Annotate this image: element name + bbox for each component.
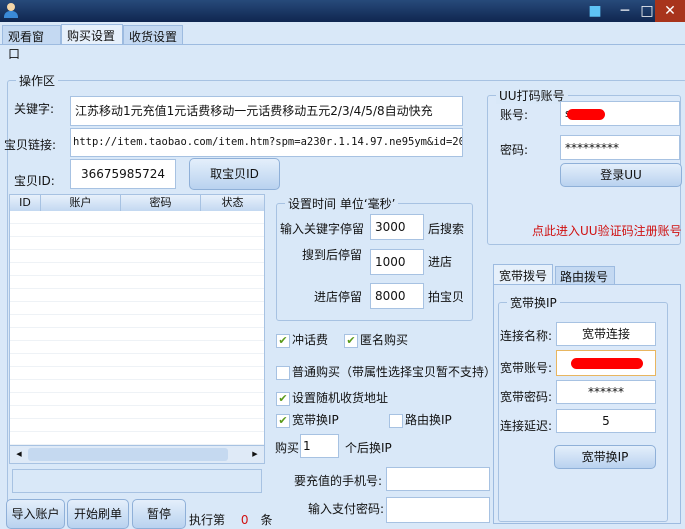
anonymous-label: 匿名购买 bbox=[360, 333, 409, 347]
import-accounts-button[interactable]: 导入账户 bbox=[6, 499, 65, 529]
tab-purchase-settings[interactable]: 购买设置 bbox=[61, 24, 123, 45]
uu-account-label: 账号: bbox=[500, 108, 529, 122]
tab-broadband-dial[interactable]: 宽带拨号 bbox=[493, 264, 553, 284]
keyword-delay-input[interactable]: 3000 bbox=[370, 214, 424, 240]
bb-account-label: 宽带账号: bbox=[500, 361, 553, 375]
redaction-mark bbox=[567, 109, 605, 120]
random-address-label: 设置随机收货地址 bbox=[292, 391, 389, 405]
shirt-icon[interactable]: ■ bbox=[580, 0, 610, 22]
buy-suffix: 个后换IP bbox=[345, 441, 392, 455]
scroll-left-icon[interactable]: ◀ bbox=[12, 448, 26, 461]
timing-legend: 设置时间 单位‘毫秒’ bbox=[285, 195, 399, 212]
id-input[interactable]: 36675985724 bbox=[70, 159, 176, 189]
pause-button[interactable]: 暂停 bbox=[132, 499, 186, 529]
found-delay-suffix: 进店 bbox=[428, 255, 453, 269]
broadband-legend: 宽带换IP bbox=[507, 294, 560, 311]
phone-input[interactable] bbox=[386, 467, 490, 491]
start-button[interactable]: 开始刷单 bbox=[67, 499, 129, 529]
exec-prefix: 执行第 bbox=[189, 513, 226, 527]
bb-password-label: 宽带密码: bbox=[500, 390, 553, 404]
pay-password-label: 输入支付密码: bbox=[308, 502, 385, 516]
check-icon[interactable]: ✔ bbox=[276, 333, 290, 348]
table-body bbox=[10, 211, 264, 445]
broadband-ip-label: 宽带换IP bbox=[292, 413, 339, 427]
buy-count-input[interactable]: 1 bbox=[300, 434, 339, 458]
check-icon[interactable]: ✔ bbox=[276, 391, 290, 406]
checkbox-empty[interactable] bbox=[276, 365, 290, 380]
column-header-password[interactable]: 密码 bbox=[121, 195, 201, 211]
scroll-right-icon[interactable]: ▶ bbox=[248, 448, 262, 461]
check-icon[interactable]: ✔ bbox=[276, 413, 290, 428]
uu-register-link[interactable]: 点此进入UU验证码注册账号 bbox=[532, 222, 682, 239]
delay-label: 连接延迟: bbox=[500, 419, 553, 433]
bb-account-input[interactable] bbox=[556, 350, 656, 376]
store-delay-suffix: 拍宝贝 bbox=[428, 290, 465, 304]
uu-password-label: 密码: bbox=[500, 143, 529, 157]
exec-count: 0 bbox=[240, 513, 249, 527]
recharge-checkbox[interactable]: ✔ 冲话费 bbox=[276, 331, 328, 348]
column-header-account[interactable]: 账户 bbox=[41, 195, 121, 211]
router-ip-checkbox[interactable]: 路由换IP bbox=[389, 411, 452, 428]
conn-name-label: 连接名称: bbox=[500, 329, 553, 343]
keyword-label: 关键字: bbox=[14, 102, 55, 116]
tab-shipping-settings[interactable]: 收货设置 bbox=[123, 25, 183, 45]
operation-legend: 操作区 bbox=[16, 72, 59, 89]
broadband-switch-ip-button[interactable]: 宽带换IP bbox=[554, 445, 656, 469]
router-ip-label: 路由换IP bbox=[405, 413, 452, 427]
uu-login-button[interactable]: 登录UU bbox=[560, 163, 682, 187]
tab-watch-window[interactable]: 观看窗口 bbox=[2, 25, 61, 61]
buy-prefix: 购买 bbox=[275, 441, 300, 455]
status-bar bbox=[12, 469, 262, 493]
column-header-status[interactable]: 状态 bbox=[201, 195, 265, 211]
uu-legend: UU打码账号 bbox=[496, 87, 568, 104]
phone-label: 要充值的手机号: bbox=[294, 474, 383, 488]
keyword-input[interactable]: 江苏移动1元充值1元话费移动一元话费移动五元2/3/4/5/8自动快充 bbox=[70, 96, 463, 126]
tab-router-dial[interactable]: 路由拨号 bbox=[555, 266, 615, 284]
conn-name-input[interactable]: 宽带连接 bbox=[556, 322, 656, 346]
uu-password-input[interactable]: ********* bbox=[560, 135, 680, 160]
uu-account-input[interactable]: s n bbox=[560, 101, 680, 126]
link-input[interactable]: http://item.taobao.com/item.htm?spm=a230… bbox=[70, 128, 463, 157]
store-delay-input[interactable]: 8000 bbox=[370, 283, 424, 309]
pay-password-input[interactable] bbox=[386, 497, 490, 523]
check-icon[interactable]: ✔ bbox=[344, 333, 358, 348]
link-label: 宝贝链接: bbox=[4, 138, 57, 152]
redaction-mark bbox=[571, 358, 643, 369]
checkbox-empty[interactable] bbox=[389, 413, 403, 428]
horizontal-scrollbar[interactable]: ◀ ▶ bbox=[10, 445, 264, 463]
user-icon bbox=[4, 3, 18, 18]
normal-buy-checkbox[interactable]: 普通购买（带属性选择宝贝暂不支持） bbox=[276, 363, 496, 380]
get-id-button[interactable]: 取宝贝ID bbox=[189, 158, 280, 190]
broadband-ip-checkbox[interactable]: ✔ 宽带换IP bbox=[276, 411, 339, 428]
recharge-label: 冲话费 bbox=[292, 333, 329, 347]
close-button[interactable]: ✕ bbox=[655, 0, 685, 22]
found-delay-input[interactable]: 1000 bbox=[370, 249, 424, 275]
random-address-checkbox[interactable]: ✔ 设置随机收货地址 bbox=[276, 389, 388, 406]
normal-buy-label: 普通购买（带属性选择宝贝暂不支持） bbox=[292, 365, 497, 379]
account-table[interactable]: ID 账户 密码 状态 ◀ ▶ bbox=[9, 194, 265, 464]
exec-suffix: 条 bbox=[260, 513, 273, 527]
keyword-delay-suffix: 后搜索 bbox=[428, 222, 465, 236]
bb-password-input[interactable]: ****** bbox=[556, 380, 656, 404]
anonymous-checkbox[interactable]: ✔ 匿名购买 bbox=[344, 331, 408, 348]
column-header-id[interactable]: ID bbox=[10, 195, 41, 211]
store-delay-label: 进店停留 bbox=[314, 290, 363, 304]
id-label: 宝贝ID: bbox=[14, 174, 55, 188]
found-delay-label: 搜到后停留 bbox=[302, 248, 363, 262]
keyword-delay-label: 输入关键字停留 bbox=[280, 222, 365, 236]
title-bar: ■ ─ □ ✕ bbox=[0, 0, 685, 22]
tab-divider bbox=[0, 44, 685, 45]
scroll-thumb[interactable] bbox=[28, 448, 228, 461]
delay-input[interactable]: 5 bbox=[556, 409, 656, 433]
